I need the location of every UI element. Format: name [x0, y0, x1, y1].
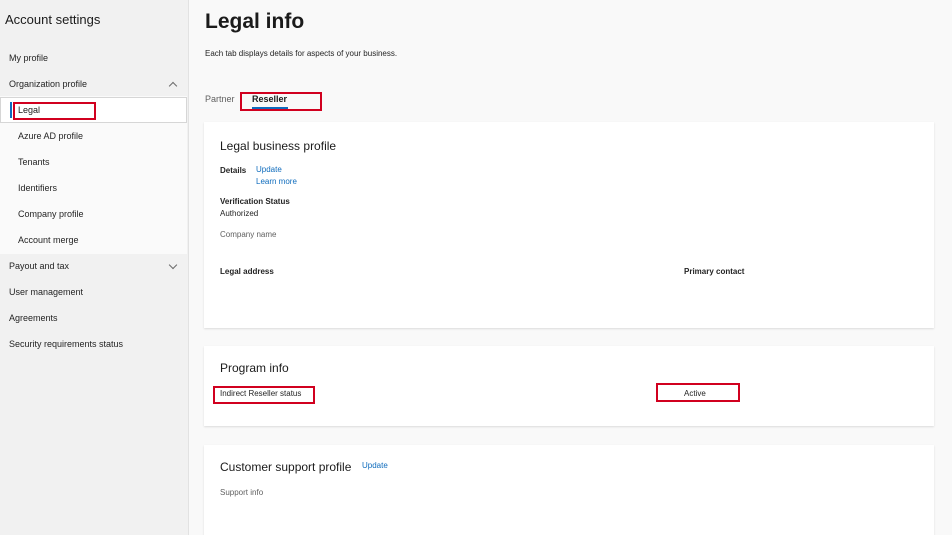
page-title: Legal info — [205, 10, 305, 33]
selected-indicator — [10, 102, 12, 118]
program-info-card: Program info Indirect Reseller status Ac… — [204, 346, 934, 426]
sidebar-item-label: My profile — [9, 53, 49, 63]
sidebar-item-user-management[interactable]: User management — [0, 279, 188, 305]
sidebar-item-payout-and-tax[interactable]: Payout and tax — [0, 253, 188, 279]
sidebar-item-identifiers[interactable]: Identifiers — [0, 175, 188, 201]
sidebar-item-my-profile[interactable]: My profile — [0, 45, 188, 71]
sidebar-item-label: Azure AD profile — [18, 131, 84, 141]
sidebar-item-label: Legal — [18, 105, 41, 115]
support-update-link[interactable]: Update — [362, 461, 388, 470]
support-info-label: Support info — [220, 488, 264, 497]
sidebar-item-tenants[interactable]: Tenants — [0, 149, 188, 175]
sidebar-item-security-requirements-status[interactable]: Security requirements status — [0, 331, 188, 357]
sidebar-item-label: Security requirements status — [9, 339, 124, 349]
sidebar-item-label: Company profile — [18, 209, 84, 219]
company-name-label: Company name — [220, 230, 277, 239]
tab-selected-underline — [252, 107, 288, 109]
sidebar-item-label: Account merge — [18, 235, 79, 245]
tab-partner[interactable]: Partner — [205, 94, 235, 104]
card-title: Legal business profile — [220, 139, 337, 153]
chevron-down-icon — [168, 260, 178, 269]
sidebar-item-label: Payout and tax — [9, 261, 70, 271]
verification-status-value: Authorized — [220, 209, 259, 218]
customer-support-profile-card: Customer support profile Update Support … — [204, 445, 934, 535]
sidebar-item-legal[interactable]: Legal — [0, 97, 187, 123]
card-title: Customer support profile — [220, 460, 352, 474]
details-update-link[interactable]: Update — [256, 165, 282, 174]
verification-status-label: Verification Status — [220, 197, 290, 206]
tab-reseller[interactable]: Reseller — [252, 94, 287, 104]
sidebar-item-agreements[interactable]: Agreements — [0, 305, 188, 331]
sidebar-title: Account settings — [5, 12, 101, 27]
sidebar-item-label: User management — [9, 287, 84, 297]
sidebar: Account settings My profile Organization… — [0, 0, 189, 535]
sidebar-item-azure-ad-profile[interactable]: Azure AD profile — [0, 123, 188, 149]
sidebar-item-company-profile[interactable]: Company profile — [0, 201, 188, 227]
sidebar-item-label: Organization profile — [9, 79, 88, 89]
card-title: Program info — [220, 361, 289, 375]
legal-address-label: Legal address — [220, 267, 274, 276]
primary-contact-label: Primary contact — [684, 267, 745, 276]
sidebar-item-label: Agreements — [9, 313, 58, 323]
sidebar-item-label: Identifiers — [18, 183, 58, 193]
indirect-reseller-status-value: Active — [684, 389, 706, 398]
learn-more-link[interactable]: Learn more — [256, 177, 297, 186]
sidebar-item-label: Tenants — [18, 157, 50, 167]
legal-business-profile-card: Legal business profile Details Update Le… — [204, 122, 934, 328]
main-content: Legal info Each tab displays details for… — [189, 0, 952, 535]
chevron-up-icon — [168, 81, 178, 90]
indirect-reseller-status-label: Indirect Reseller status — [220, 389, 302, 398]
details-label: Details — [220, 166, 247, 175]
sidebar-item-organization-profile[interactable]: Organization profile — [0, 71, 188, 97]
sidebar-item-account-merge[interactable]: Account merge — [0, 227, 188, 253]
page-description: Each tab displays details for aspects of… — [205, 49, 398, 58]
